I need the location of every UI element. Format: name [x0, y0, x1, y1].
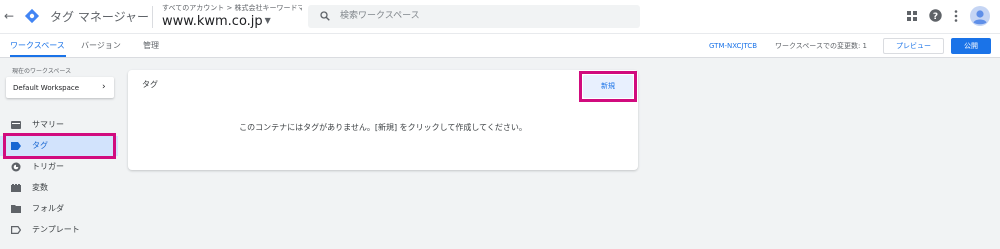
sidebar-item-label: サマリー [32, 120, 64, 129]
sidebar-item-folders[interactable]: フォルダ [0, 199, 118, 219]
tab-workspace[interactable]: ワークスペース [10, 40, 65, 51]
caret-down-icon: ▼ [264, 16, 271, 25]
card-title: タグ [142, 80, 158, 89]
account-breadcrumb[interactable]: すべてのアカウント > 株式会社キーワードマ... [162, 4, 302, 13]
trigger-icon [11, 162, 21, 172]
container-selector[interactable]: www.kwm.co.jp ▼ [162, 13, 271, 30]
tags-card: タグ 新規 このコンテナにはタグがありません。[新規] をクリックして作成してく… [128, 70, 638, 170]
top-app-bar: ← タグ マネージャー すべてのアカウント > 株式会社キーワードマ... ww… [0, 0, 1000, 33]
template-icon [11, 226, 21, 234]
active-tab-indicator [10, 55, 66, 57]
more-vert-icon[interactable] [953, 9, 959, 23]
highlight-box-tags [3, 133, 116, 159]
search-icon [320, 11, 330, 21]
workspace-changes-count: ワークスペースでの変更数: 1 [775, 42, 867, 50]
publish-button[interactable]: 公開 [951, 38, 991, 54]
sub-navigation: ワークスペース バージョン 管理 GTM-NXCJTCB ワークスペースでの変更… [0, 33, 1000, 58]
tab-versions[interactable]: バージョン [81, 40, 121, 51]
preview-button[interactable]: プレビュー [883, 38, 944, 54]
help-icon[interactable]: ? [929, 9, 942, 22]
variables-icon [11, 184, 21, 192]
header-divider [152, 6, 153, 28]
sidebar-item-label: テンプレート [32, 225, 80, 234]
summary-icon [11, 121, 21, 129]
search-input[interactable]: 検索ワークスペース [308, 5, 640, 28]
sidebar-item-label: フォルダ [32, 204, 64, 213]
account-avatar-icon[interactable] [970, 6, 990, 26]
gtm-logo-icon [24, 8, 40, 24]
current-workspace-label: 現在のワークスペース [12, 68, 72, 75]
chevron-right-icon: › [102, 82, 106, 92]
app-title: タグ マネージャー [50, 10, 149, 24]
tab-admin[interactable]: 管理 [143, 40, 159, 51]
search-placeholder: 検索ワークスペース [340, 11, 420, 21]
apps-grid-icon[interactable] [906, 10, 918, 22]
svg-text:?: ? [933, 12, 938, 22]
highlight-box-new [579, 71, 637, 102]
workspace-selector[interactable]: Default Workspace › [6, 77, 114, 98]
empty-state-message: このコンテナにはタグがありません。[新規] をクリックして作成してください。 [239, 123, 527, 132]
back-arrow-icon[interactable]: ← [3, 9, 15, 23]
sidebar-item-variables[interactable]: 変数 [0, 178, 118, 198]
sidebar-item-label: トリガー [32, 162, 64, 171]
container-name: www.kwm.co.jp [162, 14, 263, 29]
workspace-name: Default Workspace [13, 84, 80, 92]
sidebar-item-templates[interactable]: テンプレート [0, 220, 118, 240]
sidebar-item-summary[interactable]: サマリー [0, 115, 118, 135]
sidebar-item-triggers[interactable]: トリガー [0, 157, 118, 177]
folder-icon [11, 205, 21, 213]
container-id-link[interactable]: GTM-NXCJTCB [709, 41, 757, 51]
sidebar-item-label: 変数 [32, 183, 48, 192]
